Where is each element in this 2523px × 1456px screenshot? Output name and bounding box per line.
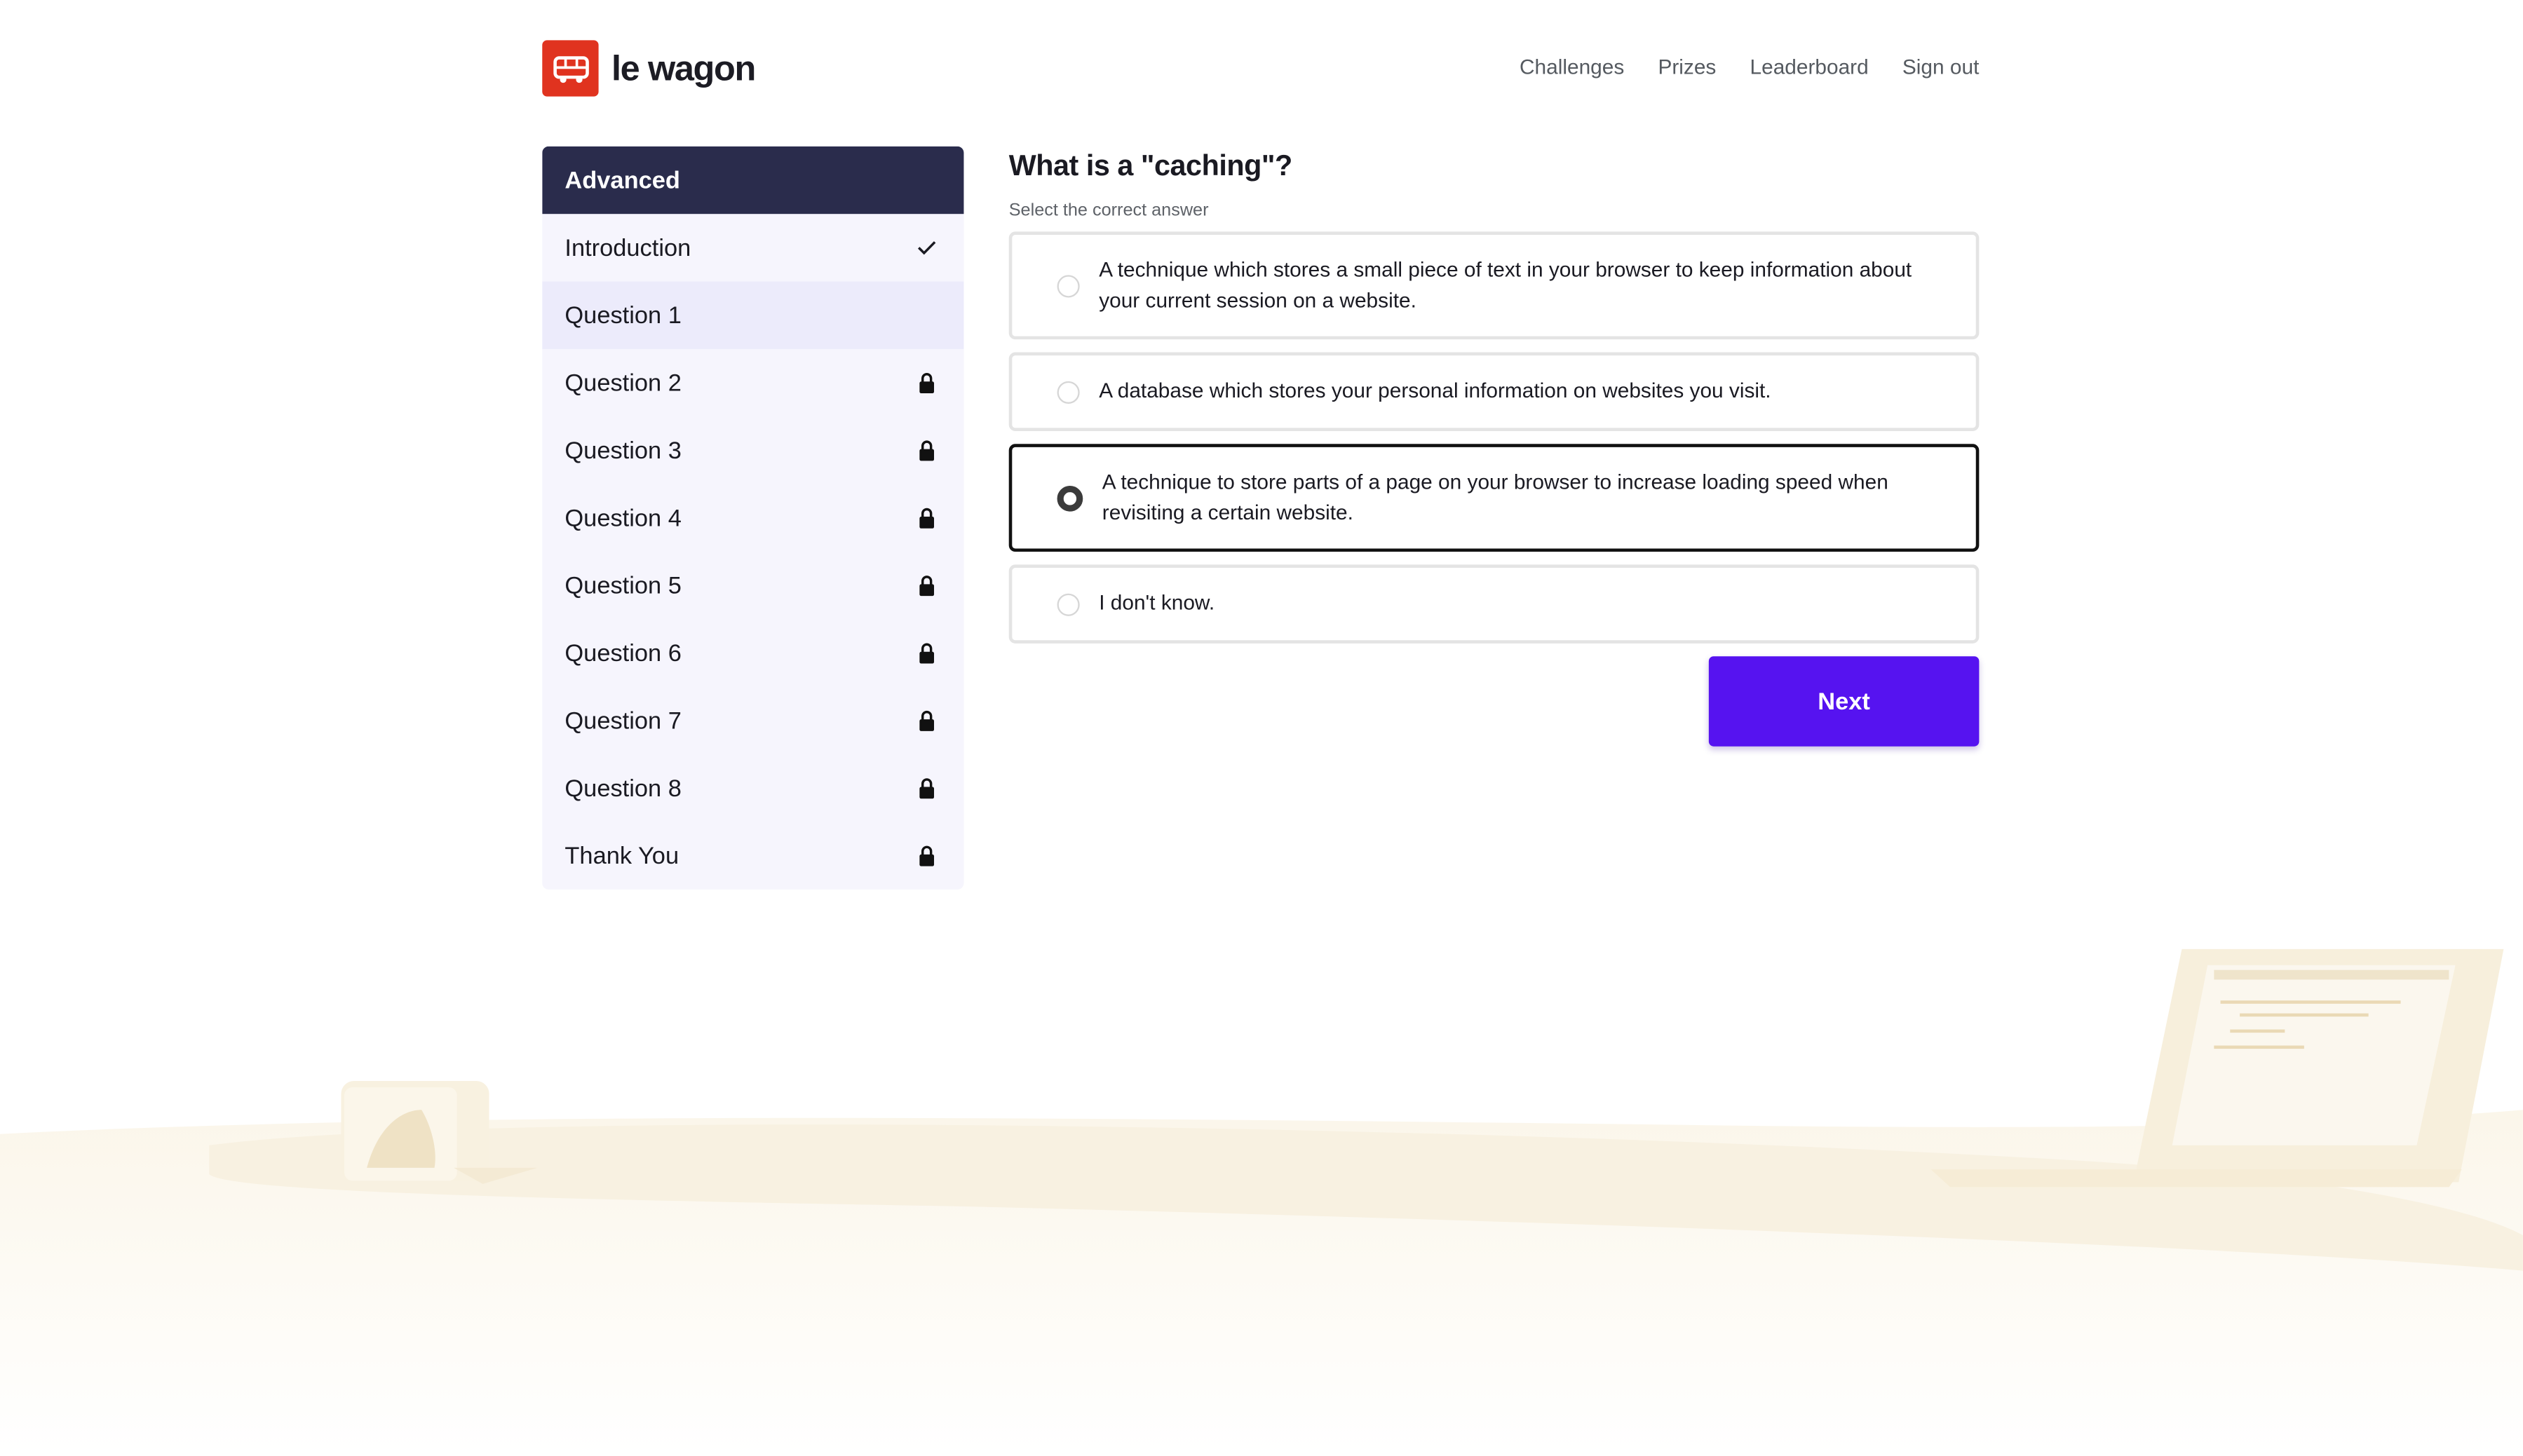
sidebar-item-question-6[interactable]: Question 6	[542, 619, 963, 686]
lock-icon	[916, 574, 938, 597]
nav-prizes[interactable]: Prizes	[1658, 55, 1716, 79]
top-nav: Challenges Prizes Leaderboard Sign out	[1520, 55, 1979, 79]
sidebar-item-label: Thank You	[564, 842, 679, 870]
sidebar-item-label: Question 6	[564, 639, 682, 667]
answer-text: A technique to store parts of a page on …	[1102, 470, 1888, 524]
nav-sign-out[interactable]: Sign out	[1902, 55, 1979, 79]
answer-option-3[interactable]: A technique to store parts of a page on …	[1008, 444, 1980, 552]
radio-button[interactable]	[1057, 380, 1080, 403]
lock-icon	[916, 777, 938, 799]
question-subtitle: Select the correct answer	[1008, 200, 1209, 221]
nav-challenges[interactable]: Challenges	[1520, 55, 1624, 79]
sidebar-item-question-1[interactable]: Question 1	[542, 281, 964, 349]
question-title: What is a "caching"?	[1008, 149, 1293, 182]
answer-option-1[interactable]: A technique which stores a small piece o…	[1008, 231, 1980, 340]
sidebar-header: Advanced	[542, 146, 964, 215]
answer-option-2[interactable]: A database which stores your personal in…	[1008, 352, 1980, 431]
sidebar-item-question-4[interactable]: Question 4	[542, 484, 963, 552]
lock-icon	[916, 642, 938, 665]
lock-icon	[916, 709, 938, 732]
lock-icon	[916, 845, 938, 867]
nav-leaderboard[interactable]: Leaderboard	[1750, 55, 1869, 79]
wagon-icon	[542, 40, 599, 97]
sidebar-item-question-3[interactable]: Question 3	[542, 416, 963, 484]
sidebar-item-label: Question 1	[564, 301, 682, 329]
answer-text: A database which stores your personal in…	[1099, 378, 1771, 403]
sidebar-item-question-2[interactable]: Question 2	[542, 349, 963, 416]
sidebar-item-introduction[interactable]: Introduction	[542, 214, 963, 281]
sidebar-item-label: Question 3	[564, 436, 682, 464]
lock-icon	[916, 439, 938, 461]
sidebar-item-label: Introduction	[564, 233, 691, 261]
next-button[interactable]: Next	[1708, 656, 1980, 747]
answer-list: A technique which stores a small piece o…	[1008, 231, 1980, 644]
radio-button[interactable]	[1057, 274, 1080, 297]
radio-button[interactable]	[1057, 592, 1080, 615]
lock-icon	[916, 372, 938, 394]
sidebar-item-label: Question 7	[564, 707, 682, 735]
sidebar-item-label: Question 2	[564, 369, 682, 397]
sidebar-item-thank-you[interactable]: Thank You	[542, 822, 963, 890]
answer-text: I don't know.	[1099, 590, 1215, 615]
sidebar-item-question-5[interactable]: Question 5	[542, 552, 963, 619]
sidebar-item-label: Question 5	[564, 571, 682, 599]
logo-text: le wagon	[611, 47, 756, 88]
sidebar-item-label: Question 8	[564, 774, 682, 802]
lock-icon	[916, 507, 938, 529]
sidebar: Advanced Introduction Question 1 Questio…	[542, 146, 964, 890]
sidebar-item-label: Question 4	[564, 504, 682, 532]
radio-button-selected[interactable]	[1057, 484, 1083, 511]
answer-option-4[interactable]: I don't know.	[1008, 564, 1980, 644]
answer-text: A technique which stores a small piece o…	[1099, 257, 1912, 312]
sidebar-item-question-8[interactable]: Question 8	[542, 754, 963, 822]
check-icon	[916, 236, 938, 259]
sidebar-item-question-7[interactable]: Question 7	[542, 687, 963, 754]
logo[interactable]: le wagon	[542, 40, 756, 97]
question-panel: What is a "caching"? Select the correct …	[1008, 147, 1980, 747]
